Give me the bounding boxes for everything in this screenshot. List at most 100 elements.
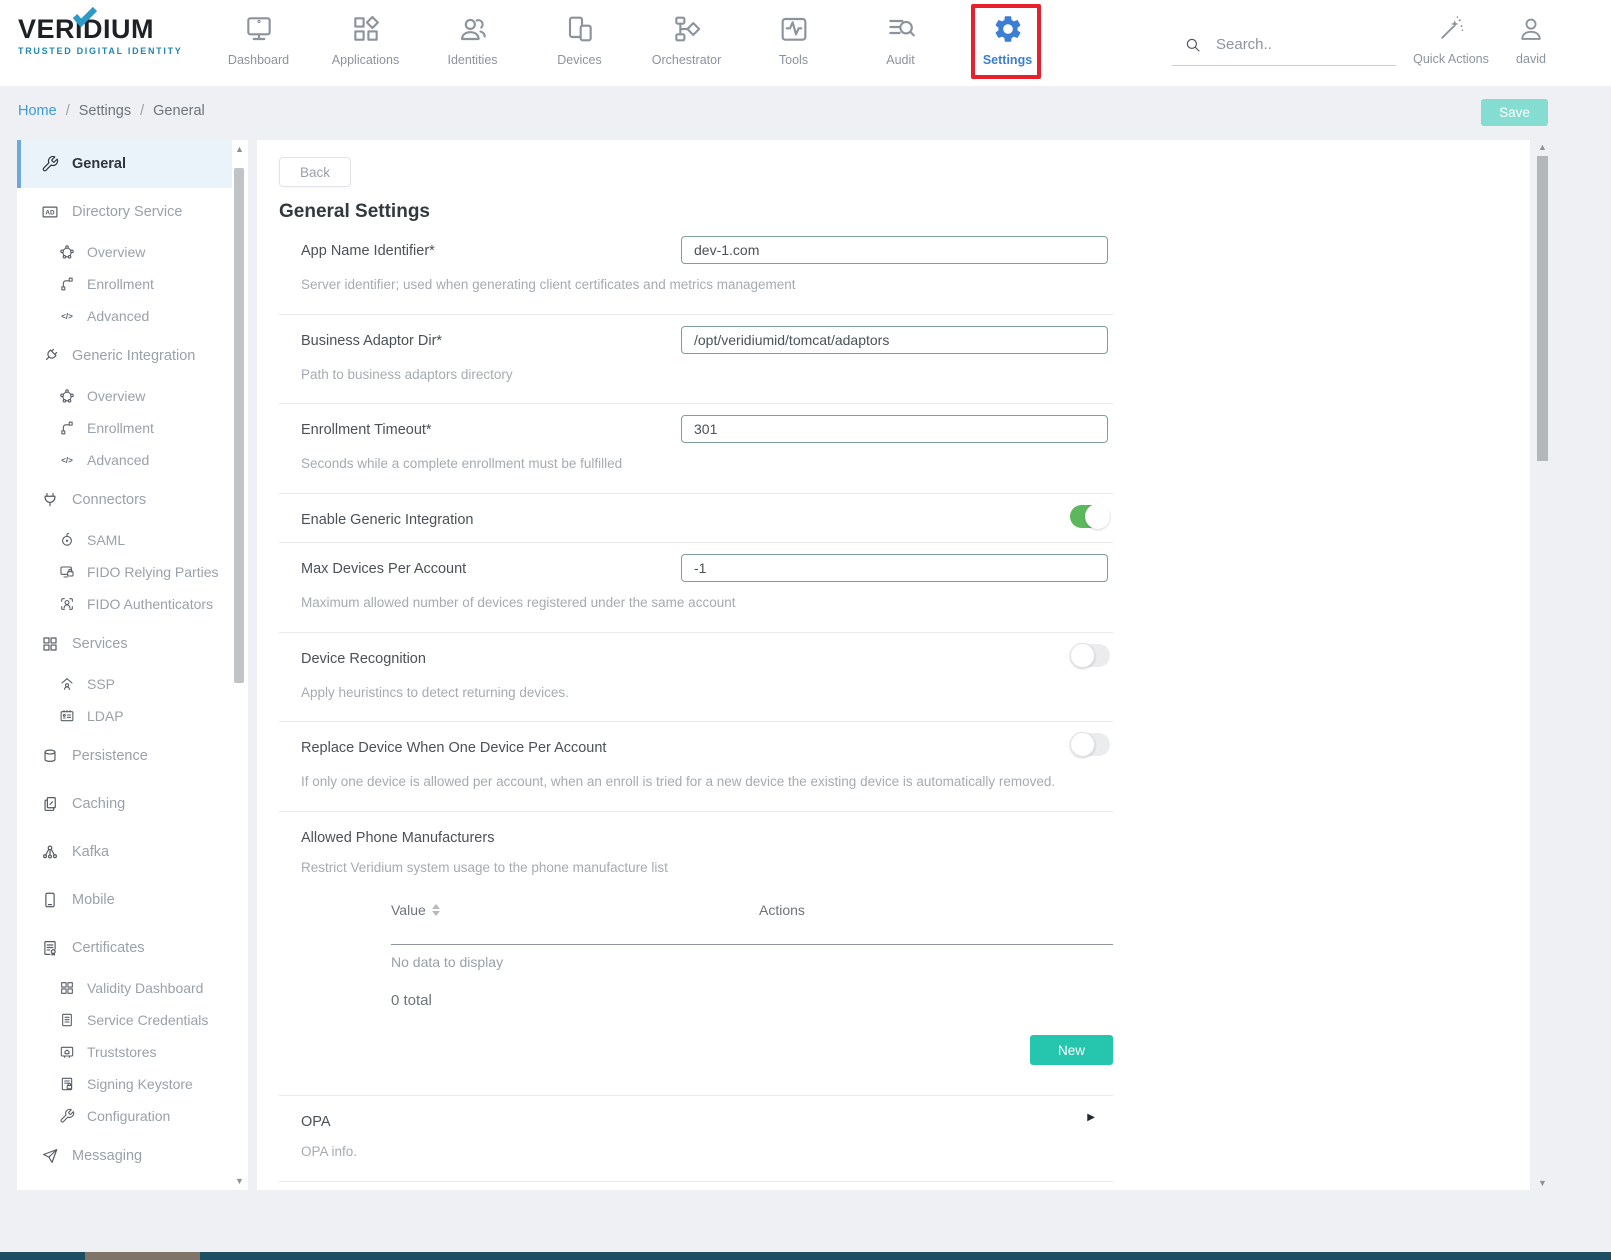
nav-item-tools[interactable]: Tools [740, 0, 847, 86]
sidebar-item-configuration[interactable]: Configuration [17, 1100, 232, 1132]
settings-gear-icon [992, 13, 1024, 45]
sidebar-item-ds-overview[interactable]: Overview [17, 236, 232, 268]
sidebar-item-mobile[interactable]: Mobile [17, 876, 232, 924]
person-scan-icon [59, 596, 75, 612]
sidebar-item-caching[interactable]: Caching [17, 780, 232, 828]
scroll-up-icon[interactable]: ▲ [233, 144, 246, 154]
nav-item-dashboard[interactable]: Dashboard [205, 0, 312, 86]
sidebar-item-ssp[interactable]: SSP [17, 668, 232, 700]
table-header-value[interactable]: Value [391, 902, 759, 918]
person-home-icon [59, 676, 75, 692]
code-icon [59, 452, 75, 468]
sidebar-item-gi-overview[interactable]: Overview [17, 380, 232, 412]
sidebar-item-persistence[interactable]: Persistence [17, 732, 232, 780]
sidebar-item-truststores[interactable]: Truststores [17, 1036, 232, 1068]
sidebar-item-fido-relying-parties[interactable]: FIDO Relying Parties [17, 556, 232, 588]
user-avatar-icon [1517, 15, 1545, 43]
sidebar-item-ds-advanced[interactable]: Advanced [17, 300, 232, 332]
field-help: Server identifier; used when generating … [301, 272, 1096, 298]
page-title: General Settings [279, 201, 1113, 223]
sidebar-item-saml[interactable]: SAML [17, 524, 232, 556]
table-total-count: 0 total [391, 992, 1113, 1009]
search-icon [1184, 36, 1202, 54]
field-help: Path to business adaptors directory [301, 362, 1096, 388]
nav-item-settings[interactable]: Settings [954, 0, 1061, 86]
breadcrumb-home-link[interactable]: Home [18, 103, 57, 119]
new-button[interactable]: New [1030, 1035, 1113, 1065]
section-label: OPA [301, 1109, 661, 1130]
document-lock-icon [59, 1076, 75, 1092]
nodes-icon [59, 244, 75, 260]
sidebar-item-gi-enrollment[interactable]: Enrollment [17, 412, 232, 444]
enable-generic-integration-toggle[interactable] [1070, 505, 1110, 528]
sidebar-item-general[interactable]: General [17, 140, 232, 188]
sidebar-item-services[interactable]: Services [17, 620, 232, 668]
nav-item-identities[interactable]: Identities [419, 0, 526, 86]
app-name-identifier-input[interactable] [681, 236, 1108, 264]
route-icon [59, 420, 75, 436]
horizontal-scrollbar[interactable] [0, 1252, 1611, 1260]
sidebar-item-fido-authenticators[interactable]: FIDO Authenticators [17, 588, 232, 620]
active-directory-icon [41, 203, 59, 221]
orchestrator-icon [671, 13, 703, 45]
device-recognition-toggle[interactable] [1070, 644, 1110, 667]
sidebar-scrollbar-thumb[interactable] [234, 168, 244, 683]
user-menu[interactable]: david [1502, 0, 1560, 86]
field-enrollment-timeout: Enrollment Timeout* Seconds while a comp… [279, 404, 1113, 494]
breadcrumb-general: General [153, 103, 205, 119]
sidebar-item-signing-keystore[interactable]: Signing Keystore [17, 1068, 232, 1100]
sidebar-item-certificates[interactable]: Certificates [17, 924, 232, 972]
field-help: Apply heuristincs to detect returning de… [301, 680, 1096, 706]
nav-item-audit[interactable]: Audit [847, 0, 954, 86]
field-device-recognition: Device Recognition Apply heuristincs to … [279, 633, 1113, 723]
veridium-logo[interactable]: VERIDIUM TRUSTED DIGITAL IDENTITY [18, 14, 218, 56]
main-scrollbar[interactable]: ▲ ▼ [1536, 140, 1549, 1190]
field-label: Enrollment Timeout* [301, 417, 661, 438]
sidebar-scrollbar[interactable]: ▲ ▼ [233, 140, 246, 1190]
section-fido-settings: Fido Settings ▶ [279, 1182, 1113, 1190]
global-search [1172, 24, 1396, 66]
sidebar-item-ds-enrollment[interactable]: Enrollment [17, 268, 232, 300]
field-label: Allowed Phone Manufacturers [301, 825, 821, 846]
max-devices-per-account-input[interactable] [681, 554, 1108, 582]
expand-arrow-icon[interactable]: ▶ [1087, 1112, 1095, 1123]
table-divider [391, 944, 1113, 945]
breadcrumb: Home / Settings / General [18, 103, 205, 119]
scroll-down-icon[interactable]: ▼ [1536, 1178, 1549, 1188]
business-adaptor-dir-input[interactable] [681, 326, 1108, 354]
search-input[interactable] [1216, 36, 1376, 53]
breadcrumb-separator: / [140, 103, 144, 119]
field-label: Device Recognition [301, 646, 661, 667]
enrollment-timeout-input[interactable] [681, 415, 1108, 443]
nav-item-devices[interactable]: Devices [526, 0, 633, 86]
sidebar-item-directory-service[interactable]: Directory Service [17, 188, 232, 236]
id-card-icon [59, 708, 75, 724]
sidebar-item-kafka[interactable]: Kafka [17, 828, 232, 876]
replace-device-toggle[interactable] [1070, 733, 1110, 756]
toggle-knob [1070, 643, 1095, 668]
scroll-down-icon[interactable]: ▼ [233, 1176, 246, 1186]
sidebar-item-connectors[interactable]: Connectors [17, 476, 232, 524]
quick-actions-button[interactable]: Quick Actions [1405, 0, 1497, 86]
field-business-adaptor-dir: Business Adaptor Dir* Path to business a… [279, 315, 1113, 405]
main-scrollbar-thumb[interactable] [1537, 156, 1548, 461]
nav-item-orchestrator[interactable]: Orchestrator [633, 0, 740, 86]
tools-icon [778, 13, 810, 45]
save-button[interactable]: Save [1481, 99, 1548, 126]
toggle-knob [1070, 732, 1095, 757]
grid-icon [59, 980, 75, 996]
sidebar-item-generic-integration[interactable]: Generic Integration [17, 332, 232, 380]
horizontal-scrollbar-thumb[interactable] [85, 1252, 200, 1260]
sidebar-item-messaging[interactable]: Messaging [17, 1132, 232, 1180]
dashboard-icon [243, 13, 275, 45]
sidebar-item-ldap[interactable]: LDAP [17, 700, 232, 732]
back-button[interactable]: Back [279, 157, 351, 187]
screen-lock-icon [59, 564, 75, 580]
sidebar-item-gi-advanced[interactable]: Advanced [17, 444, 232, 476]
code-icon [59, 308, 75, 324]
sidebar-item-service-credentials[interactable]: Service Credentials [17, 1004, 232, 1036]
sidebar-item-validity-dashboard[interactable]: Validity Dashboard [17, 972, 232, 1004]
nav-item-applications[interactable]: Applications [312, 0, 419, 86]
section-help: OPA info. [301, 1139, 1096, 1165]
scroll-up-icon[interactable]: ▲ [1536, 142, 1549, 152]
